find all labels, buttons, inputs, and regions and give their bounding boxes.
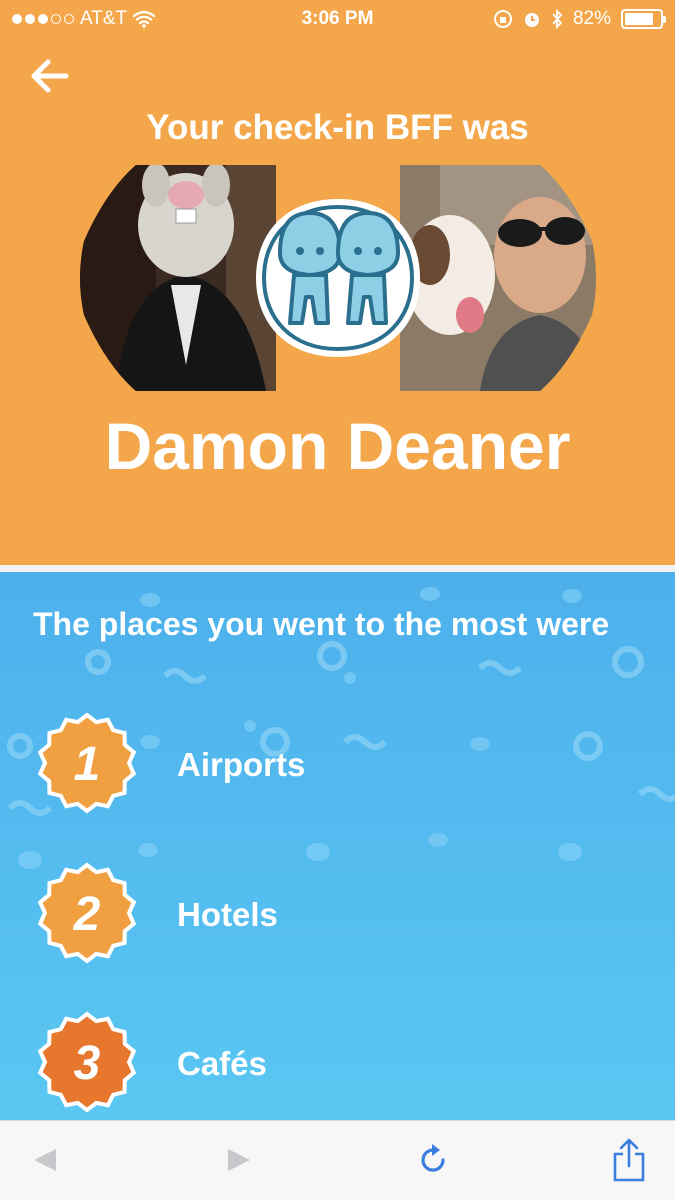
forward-nav-button[interactable] xyxy=(214,1135,264,1185)
battery-icon xyxy=(621,9,666,29)
list-item: 3 Cafés xyxy=(36,1011,636,1113)
bff-header-panel: Your check-in BFF was Damon Deaner xyxy=(0,0,675,565)
back-arrow-icon xyxy=(31,59,69,93)
place-label: Hotels xyxy=(177,896,278,933)
bff-headline: Your check-in BFF was xyxy=(146,108,529,147)
battery-percent: 82% xyxy=(572,8,611,29)
list-item: 2 Hotels xyxy=(36,862,636,964)
reload-button[interactable] xyxy=(408,1135,458,1185)
places-title: The places you went to the most were xyxy=(33,606,610,642)
friend-name: Damon Deaner xyxy=(104,409,571,483)
rank-badge-icon: 2 xyxy=(37,862,137,964)
back-arrow-icon xyxy=(34,1149,56,1171)
rank-badge-icon: 3 xyxy=(37,1011,137,1113)
list-item: 1 Airports xyxy=(36,712,636,814)
share-icon xyxy=(613,1138,645,1182)
place-label: Cafés xyxy=(177,1045,267,1082)
orientation-lock-icon xyxy=(493,10,512,28)
browser-toolbar xyxy=(0,1120,675,1200)
bff-twins-badge-icon xyxy=(256,199,420,357)
reload-icon xyxy=(421,1144,445,1172)
user-photo xyxy=(80,165,276,391)
battery-fill xyxy=(625,13,653,25)
forward-arrow-icon xyxy=(228,1149,250,1171)
friend-photo xyxy=(400,165,596,391)
rank-number: 3 xyxy=(74,1037,101,1090)
place-label: Airports xyxy=(177,746,306,783)
share-button[interactable] xyxy=(604,1135,654,1185)
status-bar: AT&T 3:06 PM 82% xyxy=(0,0,675,40)
section-divider xyxy=(0,565,675,572)
top-places-panel: The places you went to the most were 1 A… xyxy=(0,572,675,1120)
back-button[interactable] xyxy=(28,56,72,96)
rank-number: 2 xyxy=(73,888,101,941)
alarm-icon xyxy=(524,13,539,27)
bff-photos xyxy=(76,165,600,391)
rank-number: 1 xyxy=(74,738,101,791)
bluetooth-icon xyxy=(552,9,563,29)
back-nav-button[interactable] xyxy=(20,1135,70,1185)
rank-badge-icon: 1 xyxy=(37,712,137,814)
